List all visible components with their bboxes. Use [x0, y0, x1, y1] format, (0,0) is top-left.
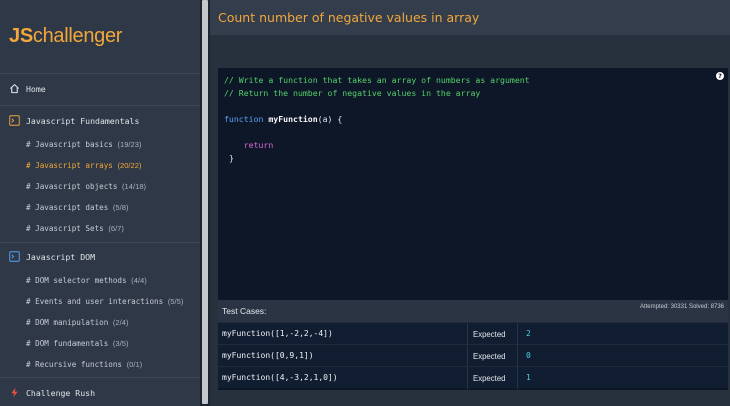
sidebar-item-javascript-sets[interactable]: # Javascript Sets (6/7)	[26, 224, 124, 233]
column-divider	[467, 323, 468, 345]
challenge-header: Count number of negative values in array	[210, 0, 730, 35]
lightning-icon	[11, 387, 18, 398]
expected-value: 1	[526, 373, 531, 382]
sidebar-item-home-label: Home	[26, 83, 46, 94]
code-close-brace: }	[228, 153, 234, 163]
sidebar-item-challenge-rush[interactable]: Challenge Rush	[9, 387, 95, 398]
expected-label: Expected	[473, 374, 506, 383]
terminal-icon	[9, 115, 20, 126]
column-divider	[467, 367, 468, 389]
main-content: Count number of negative values in array…	[210, 0, 730, 406]
sidebar-item-dom-fundamentals[interactable]: # DOM fundamentals (3/5)	[26, 339, 129, 348]
sidebar-section-label: Javascript DOM	[26, 251, 96, 262]
code-function-name: myFunction	[268, 114, 318, 124]
code-comment: // Write a function that takes an array …	[224, 75, 530, 85]
sidebar: JSchallenger Home Javascript Fundamental…	[0, 0, 200, 406]
sidebar-section-javascript-fundamentals[interactable]: Javascript Fundamentals	[9, 115, 139, 126]
code-comment: // Return the number of negative values …	[224, 88, 481, 98]
test-case-row: myFunction([4,-3,2,1,0]) Expected 1	[218, 366, 728, 389]
expected-value: 0	[526, 351, 531, 360]
code-keyword: function	[224, 114, 264, 124]
terminal-icon	[9, 251, 20, 262]
code-params: (a) {	[317, 114, 343, 124]
expected-label: Expected	[473, 330, 506, 339]
expected-label: Expected	[473, 352, 506, 361]
sidebar-item-dom-manipulation[interactable]: # DOM manipulation (2/4)	[26, 318, 129, 327]
column-divider	[517, 345, 518, 367]
sidebar-item-events-and-user-interactions[interactable]: # Events and user interactions (5/5)	[26, 297, 183, 306]
code-return-keyword: return	[243, 140, 274, 150]
attempt-stats: Attempted: 30331 Solved: 8736	[639, 304, 724, 310]
home-icon	[9, 84, 20, 94]
test-cases-title: Test Cases:	[222, 306, 267, 316]
test-case-call: myFunction([1,-2,2,-4])	[222, 329, 333, 338]
sidebar-item-dom-selector-methods[interactable]: # DOM selector methods (4/4)	[26, 276, 147, 285]
test-cases-header: Test Cases: Attempted: 30331 Solved: 873…	[218, 300, 728, 322]
logo[interactable]: JSchallenger	[9, 25, 122, 48]
code-editor[interactable]: ? // Write a function that takes an arra…	[218, 68, 728, 300]
sidebar-item-javascript-basics[interactable]: # Javascript basics (19/23)	[26, 140, 142, 149]
sidebar-section-label: Javascript Fundamentals	[26, 115, 140, 126]
sidebar-section-javascript-dom[interactable]: Javascript DOM	[9, 251, 95, 262]
help-icon[interactable]: ?	[716, 72, 724, 80]
scrollbar-thumb[interactable]	[202, 0, 208, 404]
test-case-row: myFunction([0,9,1]) Expected 0	[218, 344, 728, 367]
sidebar-item-home[interactable]: Home	[9, 83, 46, 94]
test-case-call: myFunction([4,-3,2,1,0])	[222, 373, 338, 382]
test-cases-panel: Test Cases: Attempted: 30331 Solved: 873…	[218, 300, 728, 390]
sidebar-divider	[0, 242, 200, 243]
sidebar-item-javascript-dates[interactable]: # Javascript dates (5/8)	[26, 203, 129, 212]
code-content[interactable]: // Write a function that takes an array …	[224, 74, 530, 165]
sidebar-item-recursive-functions[interactable]: # Recursive functions (0/1)	[26, 360, 142, 369]
sidebar-divider	[0, 105, 200, 106]
test-case-row: myFunction([1,-2,2,-4]) Expected 2	[218, 322, 728, 345]
sidebar-divider	[0, 73, 200, 74]
sidebar-divider	[0, 377, 200, 378]
page-title: Count number of negative values in array	[218, 10, 480, 25]
sidebar-item-javascript-arrays[interactable]: # Javascript arrays (20/22)	[26, 161, 142, 170]
column-divider	[467, 345, 468, 367]
expected-value: 2	[526, 329, 531, 338]
column-divider	[517, 323, 518, 345]
column-divider	[517, 367, 518, 389]
test-case-call: myFunction([0,9,1])	[222, 351, 314, 360]
sidebar-item-challenge-rush-label: Challenge Rush	[26, 387, 96, 398]
sidebar-item-javascript-objects[interactable]: # Javascript objects (14/18)	[26, 182, 146, 191]
